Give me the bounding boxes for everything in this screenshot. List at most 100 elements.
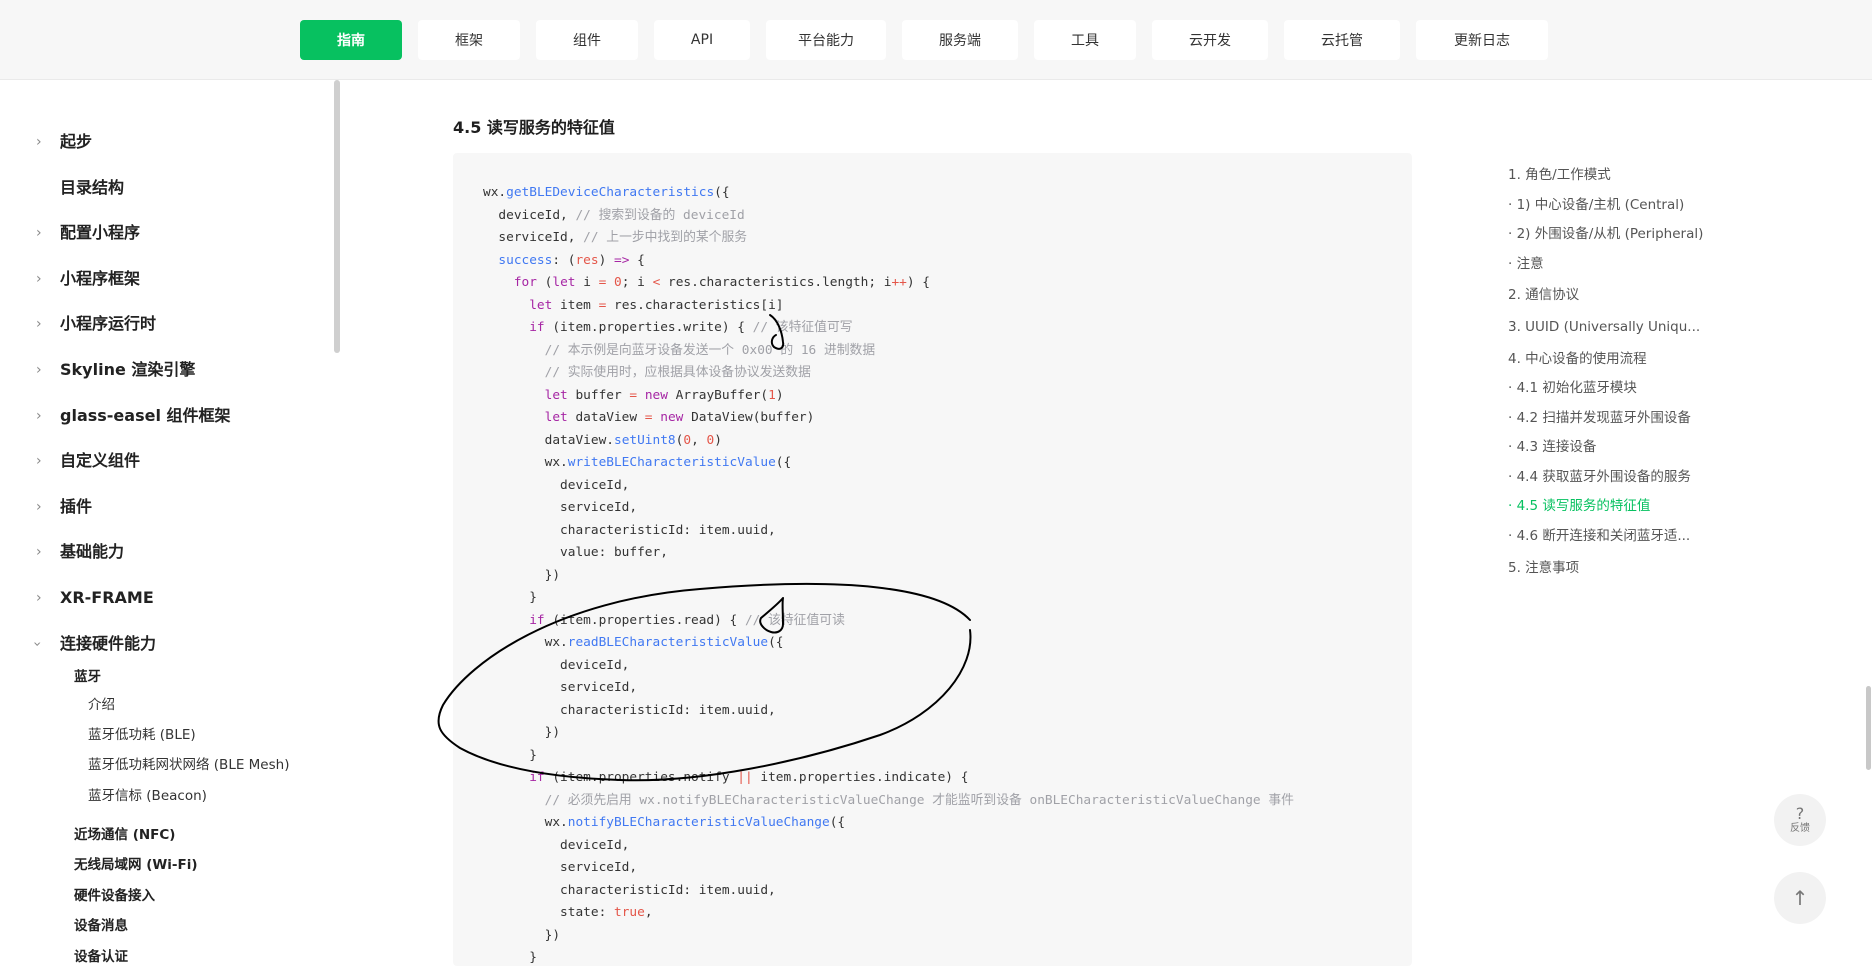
code-line: deviceId, (483, 475, 1294, 498)
sidebar-item-label: 配置小程序 (60, 223, 141, 242)
toc-item[interactable]: · 4.4 获取蓝牙外围设备的服务 (1508, 467, 1691, 487)
code-line: serviceId, (483, 857, 1294, 880)
code-token: res.characteristics.length; i (660, 275, 892, 290)
code-token: // 必须先启用 wx.notifyBLECharacteristicValue… (483, 792, 1294, 808)
toc-item[interactable]: · 4.1 初始化蓝牙模块 (1508, 378, 1637, 398)
code-token: let (552, 275, 576, 290)
sidebar-scrollbar[interactable] (334, 80, 340, 353)
toc-item[interactable]: 3. UUID (Universally Uniqu... (1508, 317, 1700, 337)
sidebar-item-device-auth[interactable]: 设备认证 (74, 947, 128, 966)
code-content: wx.getBLEDeviceCharacteristics({ deviceI… (483, 182, 1294, 966)
toc-item[interactable]: · 4.6 断开连接和关闭蓝牙适... (1508, 526, 1690, 546)
top-nav: 指南 框架 组件 API 平台能力 服务端 工具 云开发 云托管 更新日志 (0, 0, 1872, 80)
sidebar-item-basic-capabilities[interactable]: › 基础能力 (36, 540, 124, 564)
tab-api[interactable]: API (654, 20, 750, 60)
code-token: 0 (614, 275, 622, 290)
code-token: writeBLECharacteristicValue (567, 455, 776, 470)
code-token: true (613, 905, 645, 920)
tab-server[interactable]: 服务端 (902, 20, 1018, 60)
code-token: for (483, 275, 537, 290)
sidebar-item-directory[interactable]: 目录结构 (60, 176, 124, 200)
sidebar-item-getting-started[interactable]: › 起步 (36, 130, 92, 154)
tab-components[interactable]: 组件 (536, 20, 638, 60)
code-line: } (483, 947, 1294, 966)
code-token: readBLECharacteristicValue (567, 635, 769, 650)
sidebar-item-bluetooth[interactable]: 蓝牙 (74, 667, 101, 687)
toc-item[interactable]: · 4.2 扫描并发现蓝牙外围设备 (1508, 408, 1691, 428)
sidebar-item-plugins[interactable]: › 插件 (36, 495, 92, 519)
tab-framework[interactable]: 框架 (418, 20, 520, 60)
code-token: ({ (768, 635, 784, 650)
page-scrollbar[interactable] (1866, 686, 1871, 770)
code-line: state: true, (483, 902, 1294, 925)
sidebar: › 起步 目录结构 › 配置小程序 › 小程序框架 › 小程序运行时 › Sky… (0, 80, 340, 966)
code-token: value: buffer, (483, 545, 668, 560)
toc-item[interactable]: 1. 角色/工作模式 (1508, 165, 1611, 185)
toc-item[interactable]: 5. 注意事项 (1508, 558, 1579, 578)
chevron-right-icon: › (36, 408, 42, 424)
section-heading: 4.5 读写服务的特征值 (453, 118, 615, 137)
code-token: ) (598, 252, 615, 268)
tab-platform[interactable]: 平台能力 (766, 20, 886, 60)
toc-item[interactable]: · 1) 中心设备/主机 (Central) (1508, 195, 1684, 215)
sidebar-item-config[interactable]: › 配置小程序 (36, 221, 141, 245)
sidebar-item-xr-frame[interactable]: › XR-FRAME (36, 586, 154, 610)
code-token: , (691, 432, 707, 448)
code-token: serviceId, (483, 860, 638, 875)
sidebar-item-nfc[interactable]: 近场通信 (NFC) (74, 825, 175, 845)
tab-cloud-hosting[interactable]: 云托管 (1284, 20, 1400, 60)
code-token: ( (536, 275, 553, 290)
code-line: wx.writeBLECharacteristicValue({ (483, 452, 1294, 475)
sidebar-item-glass-easel[interactable]: › glass-easel 组件框架 (36, 404, 231, 428)
code-token: dataView. (483, 432, 614, 448)
code-line: if (item.properties.notify || item.prope… (483, 767, 1294, 790)
code-line: // 本示例是向蓝牙设备发送一个 0x00 的 16 进制数据 (483, 340, 1294, 363)
toc-item[interactable]: · 注意 (1508, 254, 1544, 274)
code-token: if (483, 612, 545, 628)
back-to-top-button[interactable]: ↑ (1774, 872, 1826, 924)
code-token: let (483, 297, 553, 313)
code-line: serviceId, (483, 497, 1294, 520)
code-token: notifyBLECharacteristicValueChange (567, 815, 830, 830)
toc-item[interactable]: · 4.5 读写服务的特征值 (1508, 496, 1650, 516)
sidebar-item-beacon[interactable]: 蓝牙信标 (Beacon) (88, 786, 207, 806)
tab-guide[interactable]: 指南 (300, 20, 402, 60)
toc-item[interactable]: 4. 中心设备的使用流程 (1508, 349, 1647, 369)
sidebar-item-intro[interactable]: 介绍 (88, 695, 115, 715)
code-token: 1 (768, 387, 776, 403)
code-token: i (575, 275, 599, 290)
code-token: characteristicId: item.uuid, (483, 522, 776, 538)
code-line: let dataView = new DataView(buffer) (483, 407, 1294, 430)
code-line: } (483, 587, 1294, 610)
sidebar-item-ble[interactable]: 蓝牙低功耗 (BLE) (88, 725, 196, 745)
sidebar-item-label: Skyline 渲染引擎 (60, 360, 196, 379)
code-token: setUint8 (613, 432, 676, 448)
code-line: let buffer = new ArrayBuffer(1) (483, 385, 1294, 408)
tab-cloud-dev[interactable]: 云开发 (1152, 20, 1268, 60)
sidebar-item-wifi[interactable]: 无线局域网 (Wi-Fi) (74, 855, 198, 875)
code-token: { (629, 252, 645, 268)
feedback-button[interactable]: ? 反馈 (1774, 794, 1826, 846)
sidebar-item-hardware[interactable]: › 连接硬件能力 (29, 632, 156, 656)
code-token: = (644, 410, 653, 425)
code-token: deviceId, (483, 477, 630, 493)
sidebar-item-device-access[interactable]: 硬件设备接入 (74, 886, 155, 906)
toc-item[interactable]: · 2) 外围设备/从机 (Peripheral) (1508, 224, 1703, 244)
chevron-right-icon: › (36, 544, 42, 560)
toc-item[interactable]: 2. 通信协议 (1508, 285, 1579, 305)
tab-tools[interactable]: 工具 (1034, 20, 1136, 60)
chevron-down-icon: › (28, 641, 45, 647)
sidebar-item-device-message[interactable]: 设备消息 (74, 916, 128, 936)
tab-changelog[interactable]: 更新日志 (1416, 20, 1548, 60)
code-line: success: (res) => { (483, 250, 1294, 273)
code-token: wx. (483, 185, 507, 200)
sidebar-item-ble-mesh[interactable]: 蓝牙低功耗网状网络 (BLE Mesh) (88, 755, 289, 775)
code-token: }) (483, 725, 561, 740)
sidebar-item-custom-components[interactable]: › 自定义组件 (36, 449, 140, 473)
sidebar-item-skyline[interactable]: › Skyline 渲染引擎 (36, 358, 196, 382)
sidebar-item-runtime[interactable]: › 小程序运行时 (36, 312, 156, 336)
toc-item[interactable]: · 4.3 连接设备 (1508, 437, 1596, 457)
sidebar-item-framework[interactable]: › 小程序框架 (36, 267, 140, 291)
code-token: || (737, 770, 753, 785)
code-token: DataView(buffer) (683, 410, 815, 425)
